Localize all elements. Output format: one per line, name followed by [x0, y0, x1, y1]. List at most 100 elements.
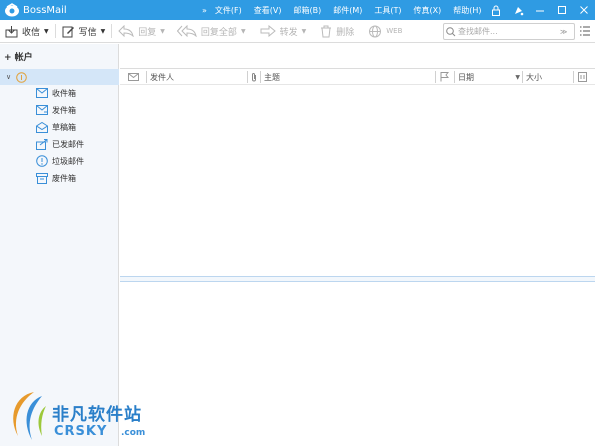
folder-label: 发件箱: [52, 105, 76, 115]
toolbar-divider: [54, 24, 56, 38]
maximize-button[interactable]: [551, 0, 573, 20]
folder-trash[interactable]: 废件箱: [36, 170, 76, 186]
column-divider[interactable]: [247, 71, 248, 83]
toolbar: 收信 ▼ 写信 ▼ 回复 ▼ 回复全部 ▼ 转发 ▼ 删除 WEB 查找邮件..…: [0, 20, 595, 43]
preview-pane[interactable]: [120, 283, 595, 446]
folder-label: 已发邮件: [52, 139, 84, 149]
folder-drafts[interactable]: 草稿箱: [36, 119, 76, 135]
reply-icon: [118, 25, 134, 37]
menu-tools[interactable]: 工具(T): [374, 5, 401, 16]
web-label: WEB: [386, 27, 403, 35]
list-menu-icon[interactable]: [579, 25, 591, 37]
mail-list-header: 发件人 主题 日期 ▼ 大小: [120, 68, 595, 85]
compose-button[interactable]: 写信 ▼: [62, 20, 106, 43]
folder-sent[interactable]: 已发邮件: [36, 136, 84, 152]
reply-all-label: 回复全部: [200, 27, 237, 38]
flag-icon: [440, 72, 449, 82]
compose-label: 写信: [78, 27, 97, 38]
size-column-label: 大小: [526, 72, 542, 82]
watermark: 非凡软件站 CRSKY .com: [0, 386, 165, 446]
close-button[interactable]: [573, 0, 595, 20]
column-divider[interactable]: [522, 71, 523, 83]
column-delete[interactable]: [578, 69, 587, 85]
menu-help[interactable]: 帮助(H): [453, 5, 481, 16]
watermark-text: 非凡软件站: [52, 405, 142, 425]
menu-fax[interactable]: 传真(X): [414, 5, 442, 16]
sent-icon: [36, 138, 48, 150]
spam-icon: [36, 155, 48, 167]
forward-button[interactable]: 转发 ▼: [260, 20, 307, 43]
date-column-label: 日期: [458, 72, 474, 82]
column-divider[interactable]: [146, 71, 147, 83]
window-controls: [485, 0, 595, 20]
column-divider[interactable]: [260, 71, 261, 83]
reply-all-button[interactable]: 回复全部 ▼: [176, 20, 246, 43]
chevron-down-icon[interactable]: ▼: [101, 28, 106, 35]
mail-list[interactable]: [120, 86, 595, 276]
menu-overflow-chevron[interactable]: »: [202, 6, 207, 15]
chevron-down-icon[interactable]: ▼: [302, 28, 307, 35]
receive-button[interactable]: 收信 ▼: [5, 20, 49, 43]
chevron-down-icon[interactable]: ▼: [44, 28, 49, 35]
column-flag[interactable]: [440, 69, 449, 85]
drafts-icon: [36, 121, 48, 133]
paperclip-icon: [252, 73, 256, 82]
skin-icon[interactable]: [507, 0, 529, 20]
column-divider[interactable]: [573, 71, 574, 83]
folder-outbox[interactable]: 发件箱: [36, 102, 76, 118]
expand-chevron-icon[interactable]: ∨: [6, 73, 11, 81]
menu-view[interactable]: 查看(V): [254, 5, 282, 16]
folder-label: 收件箱: [52, 88, 76, 98]
menu-mailbox[interactable]: 邮箱(B): [293, 5, 321, 16]
search-icon: [446, 26, 456, 36]
menu-file[interactable]: 文件(F): [215, 5, 242, 16]
watermark-domain: .com: [121, 428, 146, 438]
receive-icon: [5, 25, 18, 37]
sender-column-label: 发件人: [150, 72, 174, 82]
folder-inbox[interactable]: 收件箱: [36, 85, 76, 101]
account-icon: [16, 71, 27, 83]
preview-splitter[interactable]: [120, 276, 595, 282]
inbox-icon: [36, 88, 48, 98]
column-divider[interactable]: [435, 71, 436, 83]
folder-label: 废件箱: [52, 173, 76, 183]
account-row[interactable]: ∨: [0, 69, 119, 85]
menu-bar: » 文件(F) 查看(V) 邮箱(B) 邮件(M) 工具(T) 传真(X) 帮助…: [202, 0, 494, 20]
column-attachment[interactable]: [251, 69, 257, 85]
accounts-header[interactable]: + 帐户: [4, 50, 33, 63]
lock-icon[interactable]: [485, 0, 507, 20]
sort-desc-icon: ▼: [515, 73, 520, 81]
folder-spam[interactable]: 垃圾邮件: [36, 153, 84, 169]
chevron-down-icon[interactable]: ▼: [241, 28, 246, 35]
toolbar-divider: [111, 24, 113, 38]
receive-label: 收信: [22, 27, 41, 38]
column-read-status[interactable]: [128, 69, 139, 85]
search-options-chevron-icon[interactable]: ≫: [560, 28, 567, 36]
forward-label: 转发: [279, 27, 298, 38]
subject-column-label: 主题: [264, 72, 280, 82]
title-bar: BossMail » 文件(F) 查看(V) 邮箱(B) 邮件(M) 工具(T)…: [0, 0, 595, 20]
delete-label: 删除: [336, 27, 355, 38]
chevron-down-icon[interactable]: ▼: [160, 28, 165, 35]
search-box[interactable]: ≫: [443, 23, 575, 40]
reply-label: 回复: [138, 27, 157, 38]
folder-label: 垃圾邮件: [52, 156, 84, 166]
delete-button[interactable]: 删除: [320, 20, 354, 43]
column-subject[interactable]: 主题: [264, 69, 280, 85]
search-input[interactable]: [458, 27, 558, 36]
minimize-button[interactable]: [529, 0, 551, 20]
column-size[interactable]: 大小: [526, 69, 542, 85]
folder-label: 草稿箱: [52, 122, 76, 132]
forward-icon: [260, 25, 276, 37]
watermark-logo-icon: [13, 392, 46, 440]
web-button[interactable]: WEB: [368, 20, 402, 43]
web-icon: [369, 25, 382, 37]
column-divider[interactable]: [454, 71, 455, 83]
column-sender[interactable]: 发件人: [150, 69, 174, 85]
envelope-icon: [128, 73, 139, 81]
column-date[interactable]: 日期 ▼: [458, 69, 520, 85]
outbox-icon: [36, 105, 48, 115]
reply-button[interactable]: 回复 ▼: [118, 20, 165, 43]
menu-mail[interactable]: 邮件(M): [333, 5, 362, 16]
compose-icon: [62, 26, 74, 37]
